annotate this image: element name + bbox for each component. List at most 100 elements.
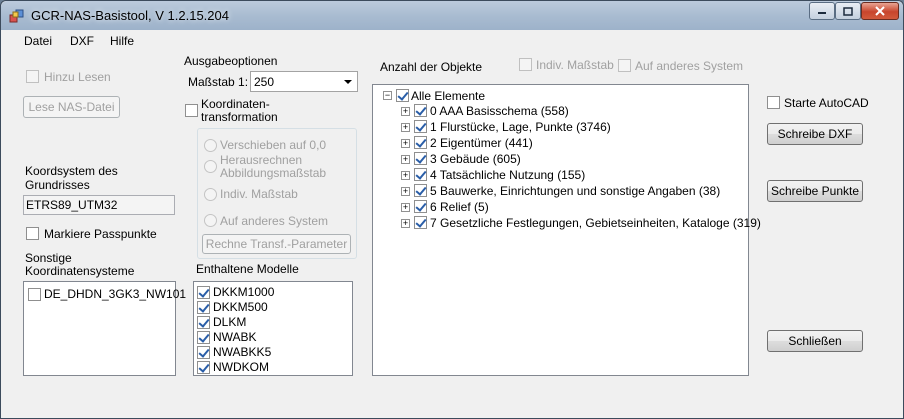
schreibe-punkte-button[interactable]: Schreibe Punkte <box>767 180 863 202</box>
app-icon <box>9 9 24 23</box>
anderes-system-top-label: Auf anderes System <box>635 59 744 73</box>
tree-item-label: 1 Flurstücke, Lage, Punkte (3746) <box>430 120 611 134</box>
expand-icon[interactable]: + <box>401 107 410 116</box>
tree-item-label: 7 Gesetzliche Festlegungen, Gebietseinhe… <box>430 216 761 230</box>
chevron-down-icon <box>344 80 352 84</box>
anzahl-objekte-label: Anzahl der Objekte <box>380 60 483 74</box>
herausrechnen-label: Herausrechnen <box>220 153 303 167</box>
tree-item-checkbox[interactable] <box>414 216 427 229</box>
tree-item[interactable]: + 4 Tatsächliche Nutzung (155) <box>373 167 743 183</box>
tree-root-label: Alle Elemente <box>411 89 486 103</box>
tree-item[interactable]: + 7 Gesetzliche Festlegungen, Gebietsein… <box>373 215 761 231</box>
tree-item[interactable]: + 5 Bauwerke, Einrichtungen und sonstige… <box>373 183 743 199</box>
starte-autocad-label: Starte AutoCAD <box>784 96 869 110</box>
modell-label: DKKM500 <box>213 300 268 314</box>
sonstige-item-checkbox[interactable] <box>28 288 41 301</box>
sonstige-label: Sonstige <box>25 251 72 265</box>
tree-item-checkbox[interactable] <box>414 104 427 117</box>
koordsystem-field[interactable]: ETRS89_UTM32 <box>23 195 175 215</box>
massstab-select[interactable]: 250 <box>250 71 358 92</box>
objekte-tree[interactable]: − Alle Elemente + 0 AAA Basisschema (558… <box>372 84 761 376</box>
modelle-listbox[interactable]: DKKM1000 DKKM500 DLKM NWABK NWABKK5 NWDK… <box>193 281 353 376</box>
title-bar[interactable]: GCR-NAS-Basistool, V 1.2.15.204 <box>1 1 903 30</box>
tree-item-label: 6 Relief (5) <box>430 200 489 214</box>
tree-item[interactable]: + 3 Gebäude (605) <box>373 151 743 167</box>
verschieben-label: Verschieben auf 0,0 <box>220 138 327 152</box>
verschieben-radio[interactable] <box>204 139 217 152</box>
tree-item-checkbox[interactable] <box>414 136 427 149</box>
modell-checkbox[interactable] <box>197 316 210 329</box>
tree-item-label: 2 Eigentümer (441) <box>430 136 533 150</box>
ausgabeoptionen-label: Ausgabeoptionen <box>184 54 278 68</box>
koordinatentransformation-label-2: transformation <box>201 110 278 124</box>
maximize-button[interactable] <box>835 2 861 20</box>
tree-item-checkbox[interactable] <box>414 152 427 165</box>
minimize-button[interactable] <box>809 2 835 20</box>
tree-item-checkbox[interactable] <box>414 168 427 181</box>
enthaltene-modelle-label: Enthaltene Modelle <box>196 262 299 276</box>
tree-item-label: 4 Tatsächliche Nutzung (155) <box>430 168 586 182</box>
starte-autocad-checkbox[interactable] <box>767 96 780 109</box>
close-window-button[interactable] <box>861 2 899 20</box>
modell-label: NWABKK5 <box>213 345 272 359</box>
tree-item-label: 3 Gebäude (605) <box>430 152 521 166</box>
herausrechnen-label-2: Abbildungsmaßstab <box>220 166 327 180</box>
tree-item-checkbox[interactable] <box>414 200 427 213</box>
modell-checkbox[interactable] <box>197 286 210 299</box>
window-title: GCR-NAS-Basistool, V 1.2.15.204 <box>31 8 229 23</box>
expand-icon[interactable]: + <box>401 171 410 180</box>
massstab-label: Maßstab 1: <box>188 75 249 89</box>
modell-label: DLKM <box>213 315 247 329</box>
maximize-icon <box>843 6 853 16</box>
main-window: GCR-NAS-Basistool, V 1.2.15.204 Datei DX… <box>0 0 904 419</box>
schreibe-dxf-button[interactable]: Schreibe DXF <box>767 123 863 145</box>
rechne-transf-button[interactable]: Rechne Transf.-Parameter <box>202 234 351 254</box>
schliessen-button[interactable]: Schließen <box>767 330 863 352</box>
minimize-icon <box>818 12 826 14</box>
expand-icon[interactable]: + <box>401 139 410 148</box>
expand-icon[interactable]: + <box>401 123 410 132</box>
koordinatentransformation-checkbox[interactable] <box>185 104 198 117</box>
expand-icon[interactable]: + <box>401 187 410 196</box>
modell-checkbox[interactable] <box>197 346 210 359</box>
tree-item-checkbox[interactable] <box>414 184 427 197</box>
expand-icon[interactable]: + <box>401 219 410 228</box>
sonstige-listbox[interactable]: DE_DHDN_3GK3_NW101 <box>23 281 186 376</box>
sonstige-label-2: Koordinatensysteme <box>25 264 135 278</box>
anderes-system-checkbox[interactable] <box>618 59 631 72</box>
collapse-icon[interactable]: − <box>383 91 392 100</box>
tree-item-checkbox[interactable] <box>414 120 427 133</box>
tree-item-label: 0 AAA Basisschema (558) <box>430 104 569 118</box>
tree-item[interactable]: + 1 Flurstücke, Lage, Punkte (3746) <box>373 119 743 135</box>
tree-root[interactable]: − Alle Elemente <box>373 87 743 103</box>
hinzu-lesen-checkbox[interactable] <box>26 70 39 83</box>
modell-checkbox[interactable] <box>197 361 210 374</box>
markiere-passpunkte-checkbox[interactable] <box>26 227 39 240</box>
sonstige-item-label: DE_DHDN_3GK3_NW101 <box>44 287 187 301</box>
tree-item[interactable]: + 0 AAA Basisschema (558) <box>373 103 743 119</box>
massstab-value: 250 <box>254 75 275 89</box>
anderes-system-label: Auf anderes System <box>220 214 329 228</box>
expand-icon[interactable]: + <box>401 155 410 164</box>
modell-label: DKKM1000 <box>213 285 275 299</box>
menu-dxf[interactable]: DXF <box>70 34 94 48</box>
markiere-passpunkte-label: Markiere Passpunkte <box>44 227 157 241</box>
menu-datei[interactable]: Datei <box>24 34 52 48</box>
menu-hilfe[interactable]: Hilfe <box>110 34 134 48</box>
koordsystem-label: Koordsystem des <box>25 164 118 178</box>
modell-checkbox[interactable] <box>197 331 210 344</box>
menu-bar: Datei DXF Hilfe <box>1 30 903 52</box>
tree-item[interactable]: + 2 Eigentümer (441) <box>373 135 743 151</box>
tree-root-checkbox[interactable] <box>396 89 409 102</box>
indiv-massstab-top-label: Indiv. Maßstab <box>536 58 614 72</box>
indiv-massstab-radio[interactable] <box>204 188 217 201</box>
indiv-massstab-label: Indiv. Maßstab <box>220 187 298 201</box>
tree-item[interactable]: + 6 Relief (5) <box>373 199 743 215</box>
herausrechnen-radio[interactable] <box>204 160 217 173</box>
modell-checkbox[interactable] <box>197 301 210 314</box>
lese-nas-button[interactable]: Lese NAS-Datei <box>23 96 120 118</box>
indiv-massstab-checkbox[interactable] <box>519 58 532 71</box>
tree-item-label: 5 Bauwerke, Einrichtungen und sonstige A… <box>430 184 721 198</box>
anderes-system-radio[interactable] <box>204 214 217 227</box>
expand-icon[interactable]: + <box>401 203 410 212</box>
